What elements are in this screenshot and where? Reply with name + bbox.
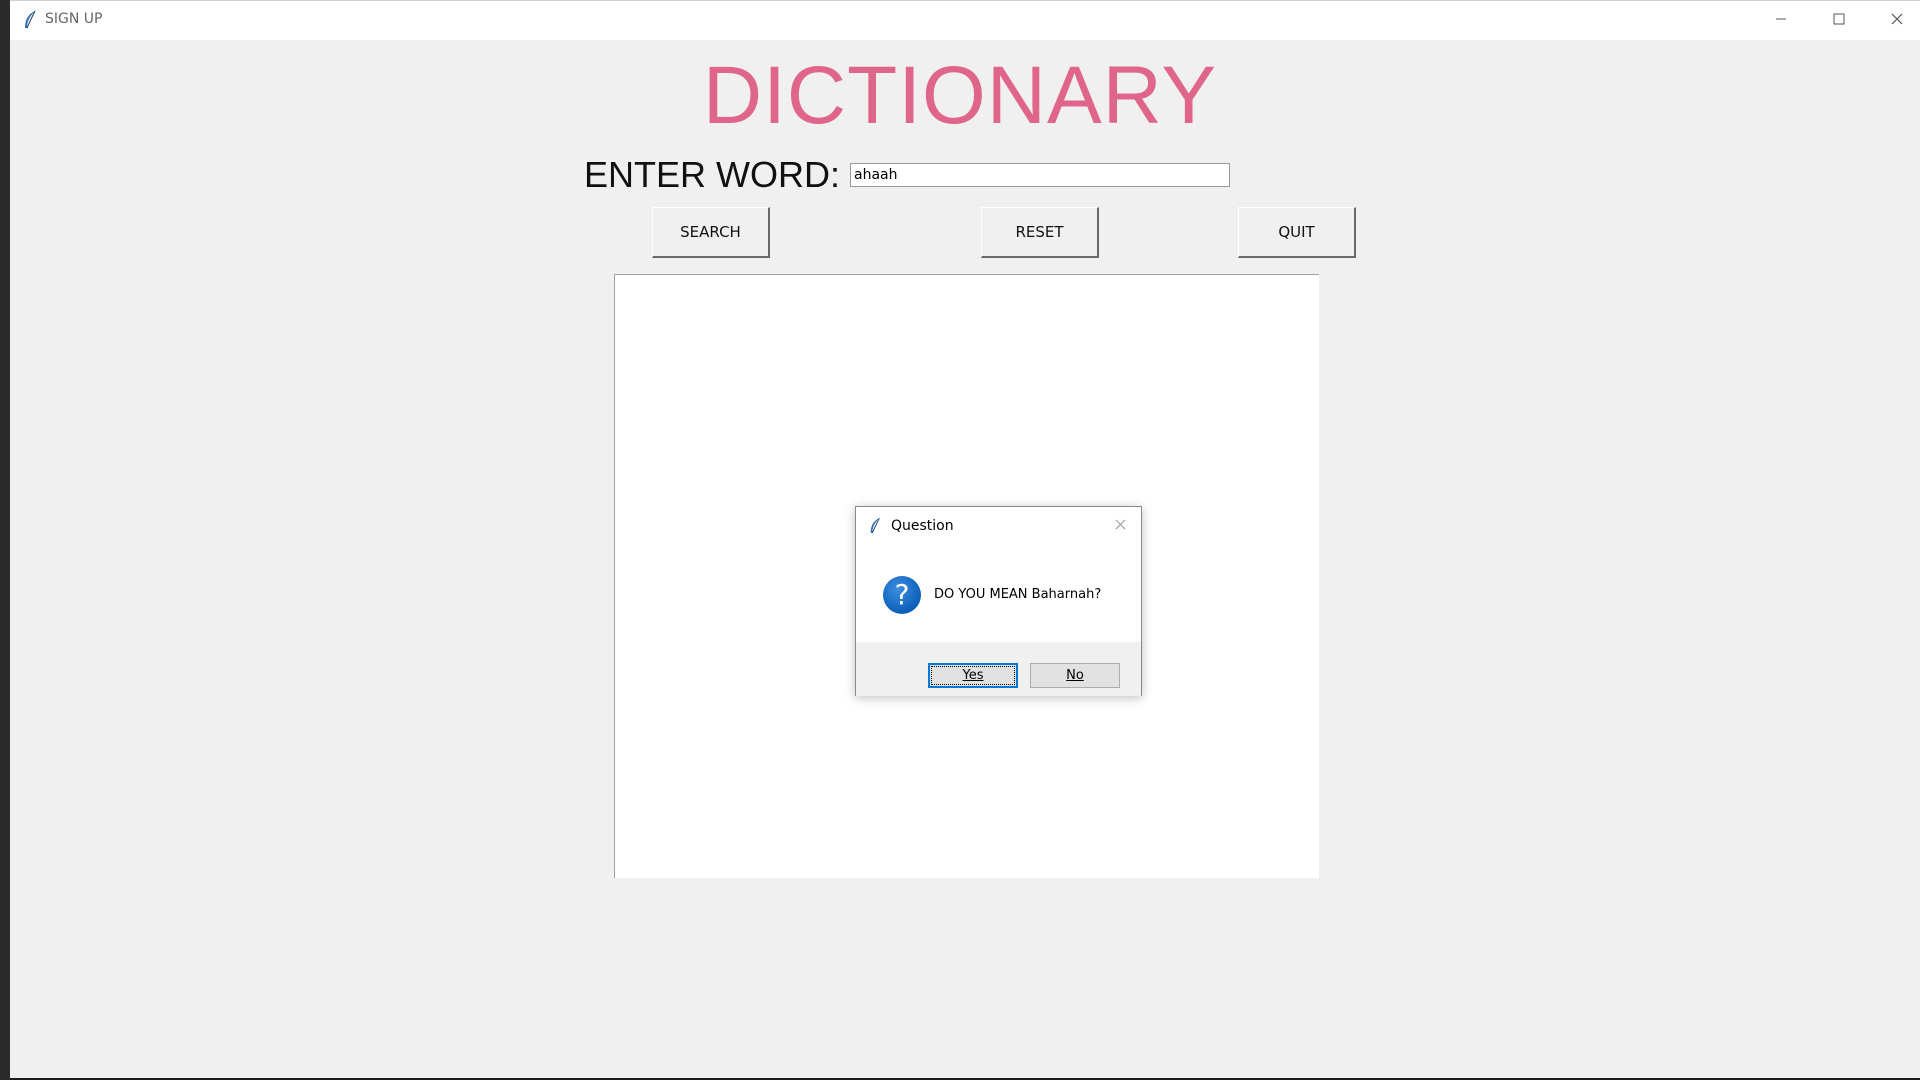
desktop-background	[0, 0, 10, 1080]
dialog-title: Question	[891, 518, 954, 534]
close-icon	[1115, 517, 1126, 535]
close-button[interactable]	[1868, 1, 1920, 40]
yes-button[interactable]: Yes	[928, 663, 1018, 688]
maximize-button[interactable]	[1810, 1, 1868, 40]
app-heading: DICTIONARY	[702, 50, 1218, 141]
maximize-icon	[1833, 12, 1845, 30]
question-icon: ?	[883, 576, 921, 614]
question-dialog: Question ? DO YOU MEAN Baharnah? Yes No	[855, 506, 1142, 696]
minimize-button[interactable]	[1752, 1, 1810, 40]
feather-icon	[22, 10, 38, 30]
minimize-icon	[1775, 12, 1787, 30]
title-bar[interactable]: SIGN UP	[10, 1, 1920, 40]
close-icon	[1891, 12, 1903, 30]
quit-button[interactable]: QUIT	[1238, 207, 1356, 258]
feather-icon	[868, 516, 882, 536]
window-title: SIGN UP	[45, 11, 103, 27]
reset-button[interactable]: RESET	[981, 207, 1099, 258]
dialog-footer: Yes No	[856, 642, 1141, 696]
search-button[interactable]: SEARCH	[652, 207, 770, 258]
no-button[interactable]: No	[1030, 663, 1120, 688]
dialog-message: DO YOU MEAN Baharnah?	[934, 587, 1102, 602]
dialog-close-button[interactable]	[1111, 517, 1129, 535]
word-input[interactable]	[850, 163, 1230, 187]
enter-word-label: ENTER WORD:	[584, 154, 840, 195]
